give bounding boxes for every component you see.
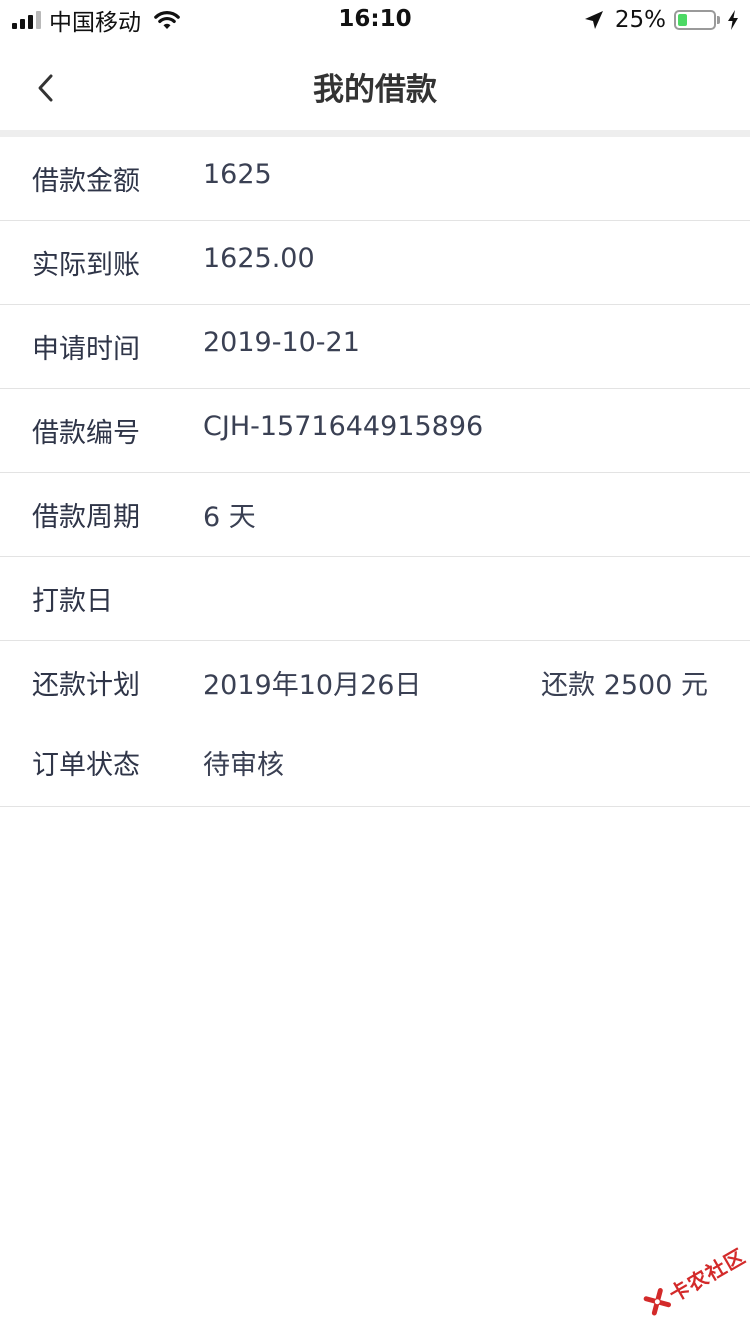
row-value: 2019-10-21 [203, 327, 360, 358]
row-loan-amount: 借款金额 1625 [0, 137, 750, 221]
row-label: 申请时间 [32, 334, 140, 365]
row-loan-number: 借款编号 CJH-1571644915896 [0, 389, 750, 473]
status-bar: 中国移动 16:10 25% [0, 0, 750, 40]
row-pay-day: 打款日 [0, 557, 750, 641]
page-title: 我的借款 [313, 72, 437, 108]
nav-bar: 我的借款 [0, 40, 750, 130]
battery-percent: 25% [614, 7, 666, 33]
location-arrow-icon [584, 11, 603, 29]
row-repayment-plan: 还款计划 2019年10月26日 还款 2500 元 [0, 641, 750, 723]
row-label: 借款周期 [32, 502, 140, 533]
loan-detail-list: 借款金额 1625 实际到账 1625.00 申请时间 2019-10-21 借… [0, 137, 750, 807]
row-value: 1625.00 [203, 243, 315, 274]
row-label: 实际到账 [32, 250, 140, 281]
battery-icon [674, 10, 716, 30]
charging-bolt-icon [728, 10, 738, 30]
watermark: 卡农社区 [627, 1218, 750, 1342]
order-status-value: 待审核 [203, 750, 284, 781]
row-value: 2019年10月26日 [203, 670, 422, 701]
row-received-amount: 实际到账 1625.00 [0, 221, 750, 305]
battery-cap [717, 16, 720, 24]
row-label: 还款计划 [32, 670, 140, 701]
row-label: 打款日 [32, 586, 113, 617]
row-label: 借款金额 [32, 166, 140, 197]
row-value: 6 天 [203, 502, 256, 533]
watermark-text: 卡农社区 [664, 1243, 750, 1307]
battery-fill [678, 14, 687, 26]
section-divider [0, 130, 750, 137]
status-bar-right: 25% [583, 6, 740, 34]
row-order-status: 订单状态 待审核 [0, 723, 750, 807]
row-loan-period: 借款周期 6 天 [0, 473, 750, 557]
row-apply-time: 申请时间 2019-10-21 [0, 305, 750, 389]
row-label: 订单状态 [32, 750, 140, 781]
row-label: 借款编号 [32, 418, 140, 449]
row-value: CJH-1571644915896 [203, 411, 484, 442]
repayment-amount: 还款 2500 元 [541, 670, 708, 701]
row-value: 1625 [203, 159, 272, 190]
